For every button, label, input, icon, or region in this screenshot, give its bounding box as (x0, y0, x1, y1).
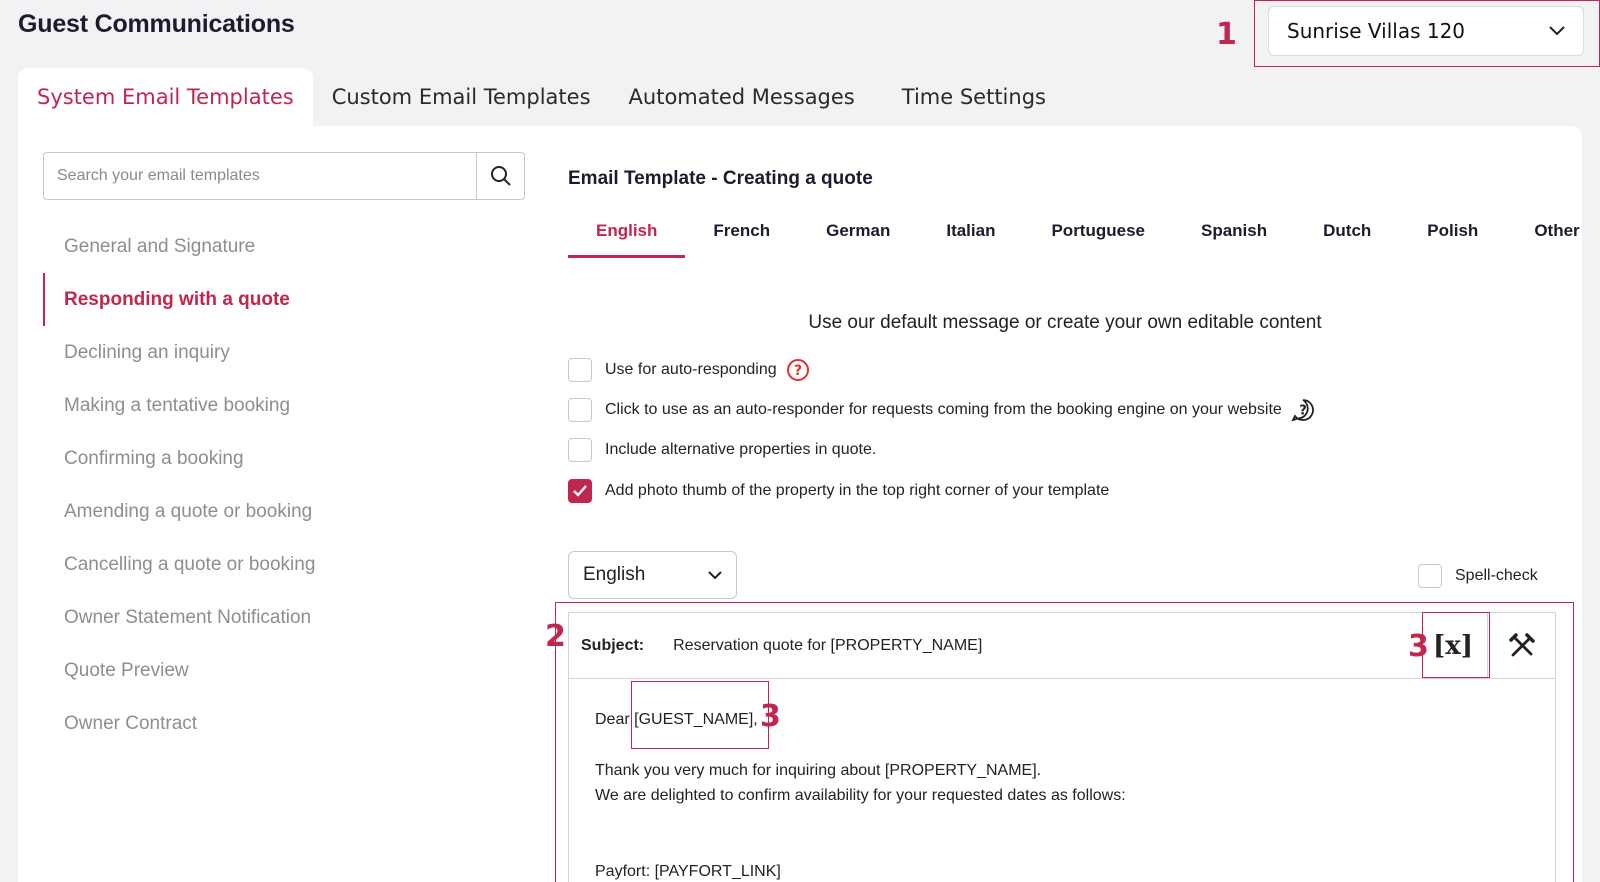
auto-responding-checkbox[interactable] (568, 358, 592, 382)
page-title: Guest Communications (18, 10, 295, 38)
spell-check-checkbox[interactable] (1418, 564, 1442, 588)
annotation-marker-3-variable: 3 (760, 699, 781, 734)
tools-icon (1508, 633, 1535, 657)
tab-custom-email-templates[interactable]: Custom Email Templates (313, 68, 610, 126)
option-alternative-properties: Include alternative properties in quote. (568, 438, 876, 462)
subject-label: Subject: (581, 636, 645, 654)
language-tabs: English French German Italian Portuguese… (568, 212, 1600, 258)
language-select-value: English (583, 564, 646, 585)
sidebar-item-quote-preview[interactable]: Quote Preview (43, 644, 463, 697)
option-label: Include alternative properties in quote. (605, 441, 877, 458)
tools-button[interactable] (1487, 613, 1555, 679)
search-button[interactable] (476, 153, 524, 199)
lang-tab-portuguese[interactable]: Portuguese (1023, 212, 1173, 258)
body-greeting: Dear (595, 711, 635, 728)
body-line-2: We are delighted to confirm availability… (595, 787, 1126, 804)
svg-text:?: ? (1299, 404, 1307, 419)
property-selector-value: Sunrise Villas 120 (1287, 19, 1466, 43)
check-icon (573, 485, 587, 497)
booking-engine-checkbox[interactable] (568, 398, 592, 422)
help-icon[interactable]: ? (786, 358, 810, 382)
lang-tab-german[interactable]: German (798, 212, 918, 258)
photo-thumb-checkbox[interactable] (568, 479, 592, 503)
tab-automated-messages[interactable]: Automated Messages (610, 68, 874, 126)
option-label: Use for auto-responding (605, 361, 777, 378)
sidebar-item-general-signature[interactable]: General and Signature (43, 220, 463, 273)
default-message-text: Use our default message or create your o… (808, 312, 1322, 333)
lang-tab-dutch[interactable]: Dutch (1295, 212, 1399, 258)
search-icon (490, 166, 511, 186)
lang-tab-polish[interactable]: Polish (1399, 212, 1506, 258)
tab-time-settings[interactable]: Time Settings (874, 68, 1065, 126)
lang-tab-other[interactable]: Other (1506, 212, 1600, 258)
sidebar-item-owner-contract[interactable]: Owner Contract (43, 697, 463, 750)
sidebar-item-owner-statement[interactable]: Owner Statement Notification (43, 591, 463, 644)
lang-tab-italian[interactable]: Italian (918, 212, 1023, 258)
spell-check-label: Spell-check (1455, 567, 1538, 584)
annotation-marker-2: 2 (545, 619, 566, 654)
sidebar-item-amending[interactable]: Amending a quote or booking (43, 485, 463, 538)
option-auto-responding: Use for auto-responding ? (568, 358, 810, 382)
body-line-3: Payfort: [PAYFORT_LINK] (595, 863, 781, 880)
main-tabs: System Email Templates Custom Email Temp… (18, 68, 1065, 126)
chevron-down-icon (1549, 26, 1565, 36)
template-search (43, 152, 525, 200)
spell-check-option: Spell-check (1418, 564, 1538, 588)
property-selector[interactable]: Sunrise Villas 120 (1268, 6, 1584, 56)
body-line-1: Thank you very much for inquiring about … (595, 762, 1042, 779)
language-select[interactable]: English (568, 551, 737, 599)
svg-text:?: ? (794, 363, 802, 379)
option-booking-engine: Click to use as an auto-responder for re… (568, 398, 1315, 422)
annotation-box-3-variable (631, 681, 769, 749)
search-input[interactable] (44, 153, 476, 199)
chevron-down-icon (708, 570, 722, 579)
help-chat-icon[interactable]: ? (1291, 398, 1315, 422)
lang-tab-french[interactable]: French (685, 212, 798, 258)
lang-tab-english[interactable]: English (568, 212, 686, 258)
option-photo-thumb: Add photo thumb of the property in the t… (568, 479, 1109, 503)
template-title: Email Template - Creating a quote (568, 168, 873, 189)
option-label: Click to use as an auto-responder for re… (605, 401, 1282, 418)
annotation-marker-3-toolbar: 3 (1408, 629, 1429, 664)
subject-input[interactable]: Reservation quote for [PROPERTY_NAME] (673, 637, 982, 655)
option-label: Add photo thumb of the property in the t… (605, 482, 1110, 499)
tab-system-email-templates[interactable]: System Email Templates (18, 68, 313, 126)
template-list: General and Signature Responding with a … (43, 220, 463, 750)
sidebar-item-cancelling[interactable]: Cancelling a quote or booking (43, 538, 463, 591)
lang-tab-spanish[interactable]: Spanish (1173, 212, 1295, 258)
sidebar-item-confirming-booking[interactable]: Confirming a booking (43, 432, 463, 485)
annotation-marker-1: 1 (1216, 17, 1237, 52)
alternative-properties-checkbox[interactable] (568, 438, 592, 462)
sidebar-item-tentative-booking[interactable]: Making a tentative booking (43, 379, 463, 432)
annotation-box-3-toolbar (1422, 612, 1490, 678)
